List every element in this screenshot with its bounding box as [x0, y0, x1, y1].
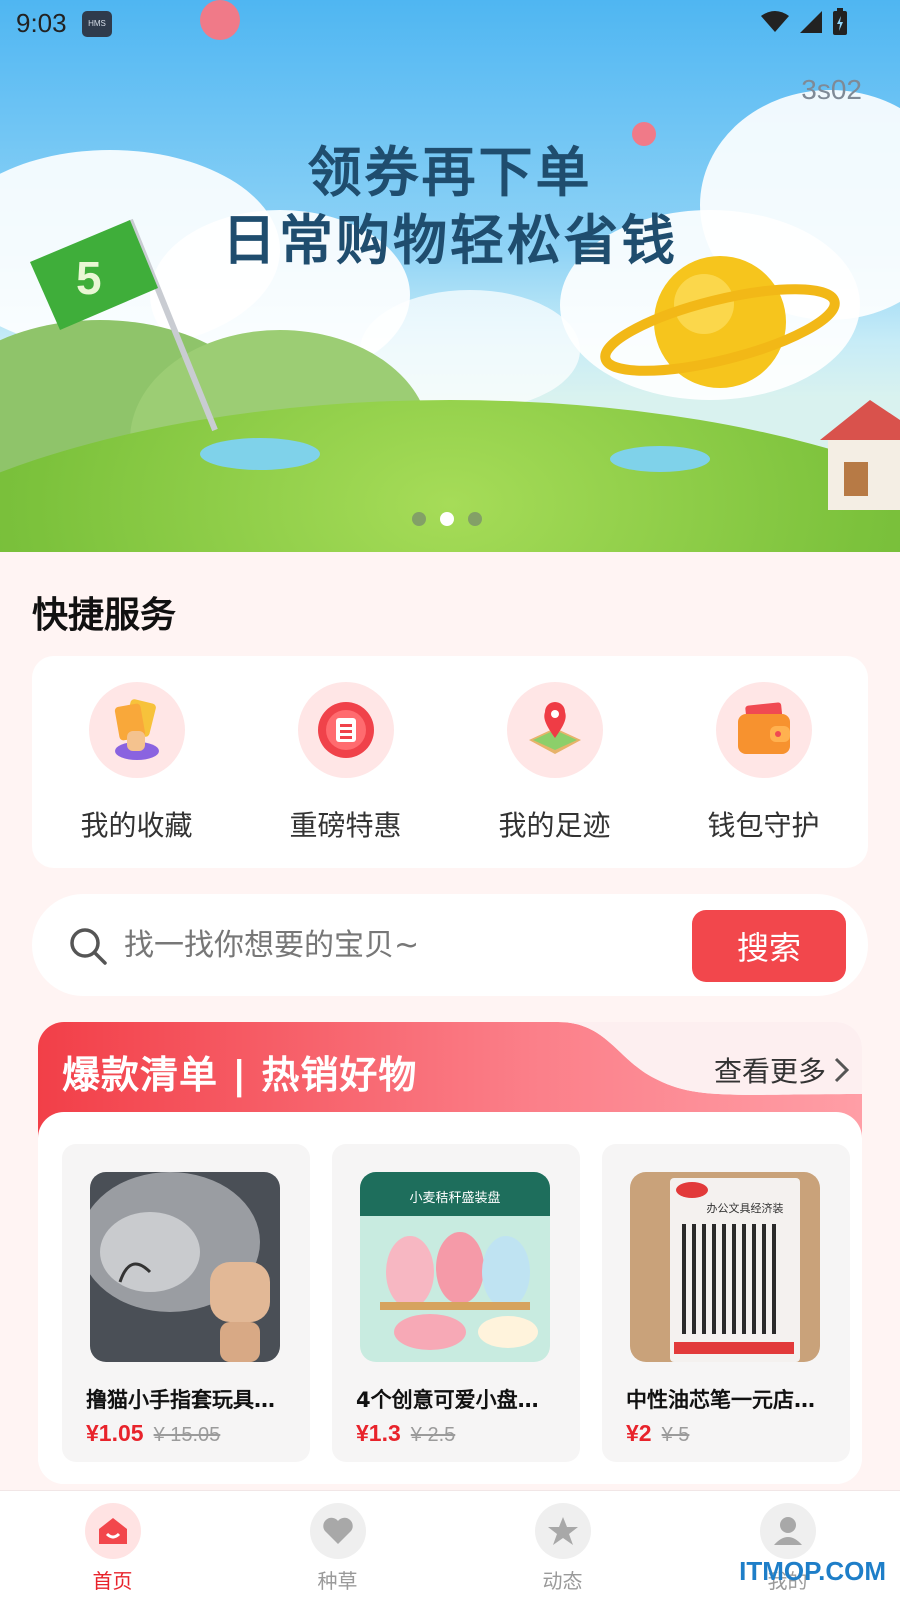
hms-badge: HMS — [82, 11, 112, 37]
pond-decoration — [200, 438, 320, 470]
product-image-plates[interactable]: 小麦秸秆盛装盘 — [360, 1172, 550, 1362]
price-row: ¥1.3 ¥ 2.5 — [356, 1420, 455, 1447]
product-price: ¥1.05 — [86, 1420, 144, 1446]
wifi-icon — [761, 11, 789, 32]
hot-list-title: 爆款清单 | 热销好物 — [62, 1053, 418, 1097]
product-name: 撸猫小手指套玩具… — [86, 1388, 275, 1412]
product-card[interactable]: 小麦秸秆盛装盘 4个创意可爱小盘… ¥1.3 ¥ 2.5 — [332, 1144, 580, 1462]
product-image-pens[interactable]: 办公文具经济装 — [630, 1172, 820, 1362]
product-name: 中性油芯笔一元店… — [626, 1388, 815, 1412]
see-more-label: 查看更多 — [713, 1055, 826, 1088]
home-icon — [84, 1503, 141, 1559]
quick-item-label: 重磅特惠 — [289, 809, 402, 842]
quick-item-deals[interactable]: 重磅特惠 — [241, 656, 450, 868]
status-bar: 9:03 HMS — [0, 0, 900, 50]
tab-label: 种草 — [317, 1569, 358, 1593]
quick-services-card: 我的收藏 重磅特惠 我的足迹 钱包守护 — [32, 656, 868, 868]
pagination-dot[interactable] — [468, 512, 482, 526]
search-button[interactable]: 搜索 — [692, 910, 846, 982]
svg-text:办公文具经济装: 办公文具经济装 — [707, 1201, 784, 1215]
pagination-dot[interactable] — [412, 512, 426, 526]
banner-timer: 3s02 — [801, 74, 862, 105]
search-input[interactable] — [124, 920, 684, 970]
price-row: ¥1.05 ¥ 15.05 — [86, 1420, 220, 1447]
product-image-cat[interactable] — [90, 1172, 280, 1362]
battery-icon — [833, 8, 847, 35]
tab-label: 动态 — [542, 1569, 583, 1593]
quick-item-label: 我的收藏 — [80, 809, 193, 842]
hot-list-card: 爆款清单 | 热销好物 查看更多 撸猫小手指套玩具… ¥1.05 ¥ 15.05… — [38, 1022, 862, 1484]
banner-pagination[interactable] — [412, 512, 482, 526]
product-original-price: ¥ 5 — [661, 1424, 690, 1446]
user-icon — [759, 1503, 816, 1559]
product-price: ¥2 — [626, 1420, 652, 1446]
tab-discover[interactable]: 种草 — [225, 1491, 450, 1600]
banner-headline-line2: 日常购物轻松省钱 — [222, 209, 678, 272]
house-illustration — [820, 400, 900, 510]
product-list: 撸猫小手指套玩具… ¥1.05 ¥ 15.05 小麦秸秆盛装盘 4个创意可爱小盘… — [62, 1144, 850, 1462]
quick-item-label: 钱包守护 — [707, 809, 820, 842]
promo-banner[interactable]: 5 9:03 HMS 3s02 领券再下单 日常购物轻松省钱 — [0, 0, 900, 552]
deal-badge-icon — [297, 682, 394, 778]
product-name: 4个创意可爱小盘… — [356, 1388, 539, 1412]
pond-decoration — [610, 446, 710, 472]
tab-label: 首页 — [92, 1569, 133, 1593]
location-pin-icon — [506, 682, 603, 778]
product-card[interactable]: 撸猫小手指套玩具… ¥1.05 ¥ 15.05 — [62, 1144, 310, 1462]
search-icon — [70, 928, 107, 965]
product-original-price: ¥ 15.05 — [153, 1424, 221, 1446]
tab-feed[interactable]: 动态 — [450, 1491, 675, 1600]
product-price: ¥1.3 — [356, 1420, 401, 1446]
status-icons — [760, 8, 848, 36]
pagination-dot-active[interactable] — [440, 512, 454, 526]
signal-icon — [800, 11, 822, 33]
status-time: 9:03 — [16, 8, 67, 38]
quick-item-favorites[interactable]: 我的收藏 — [32, 656, 241, 868]
wallet-icon — [715, 682, 812, 778]
svg-text:小麦秸秆盛装盘: 小麦秸秆盛装盘 — [409, 1190, 500, 1206]
site-watermark: ITMOP.COM — [739, 1556, 886, 1586]
tab-home[interactable]: 首页 — [0, 1491, 225, 1600]
quick-item-label: 我的足迹 — [498, 809, 611, 842]
search-bar: 搜索 — [32, 894, 868, 996]
favorite-cards-icon — [88, 682, 185, 778]
product-card[interactable]: 办公文具经济装 中性油芯笔一元店… ¥2 ¥ 5 — [602, 1144, 850, 1462]
price-row: ¥2 ¥ 5 — [626, 1420, 689, 1447]
product-original-price: ¥ 2.5 — [410, 1424, 456, 1446]
heart-icon — [309, 1503, 366, 1559]
star-icon — [534, 1503, 591, 1559]
quick-item-wallet[interactable]: 钱包守护 — [659, 656, 868, 868]
quick-services-title: 快捷服务 — [32, 595, 177, 636]
chevron-right-icon — [834, 1057, 850, 1083]
see-more-link[interactable]: 查看更多 — [714, 1050, 850, 1090]
quick-item-footprints[interactable]: 我的足迹 — [450, 656, 659, 868]
